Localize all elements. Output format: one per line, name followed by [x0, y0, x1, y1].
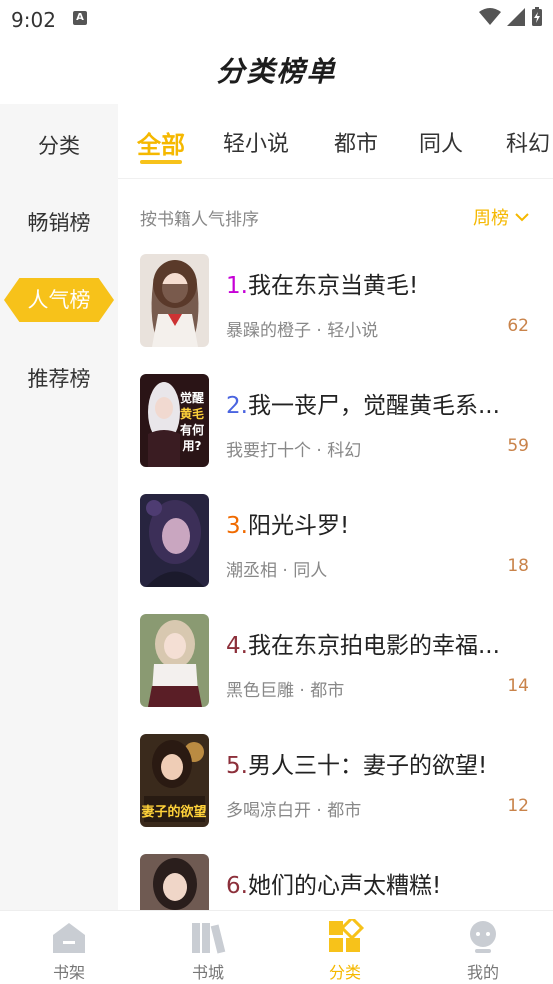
book-title: 6.她们的心声太糟糕! — [226, 873, 442, 899]
book-cover — [140, 254, 209, 347]
battery-icon — [532, 7, 542, 26]
nav-label: 书城 — [191, 963, 224, 982]
status-bar: 9:02 A — [0, 0, 553, 40]
book-list-item[interactable]: 觉醒 黄毛 有何 用? 2.我一丧尸，觉醒黄毛系... 我要打十个 · 科幻 5… — [140, 374, 533, 470]
book-cover: 妻子的欲望 — [140, 734, 209, 827]
book-rank: 3. — [226, 513, 248, 539]
svg-text:觉醒: 觉醒 — [180, 390, 204, 405]
tab-light-novel[interactable]: 轻小说 — [223, 126, 289, 158]
book-rank: 4. — [226, 633, 248, 659]
svg-text:有何: 有何 — [180, 422, 204, 437]
active-tab-indicator — [140, 160, 182, 164]
nav-category[interactable]: 分类 — [295, 915, 395, 983]
tab-all[interactable]: 全部 — [137, 125, 185, 160]
book-title: 4.我在东京拍电影的幸福... — [226, 633, 500, 659]
book-score: 62 — [507, 316, 529, 336]
period-selector[interactable]: 周榜 — [473, 204, 529, 230]
page-title: 分类榜单 — [216, 55, 337, 88]
book-meta: 我要打十个 · 科幻 — [226, 441, 362, 461]
book-title: 2.我一丧尸，觉醒黄毛系... — [226, 393, 500, 419]
book-score: 12 — [507, 796, 529, 816]
book-list-item[interactable]: 3.阳光斗罗! 潮丞相 · 同人 18 — [140, 494, 533, 590]
wifi-icon — [479, 8, 501, 25]
book-title: 5.男人三十：妻子的欲望! — [226, 753, 488, 779]
book-cover: 觉醒 黄毛 有何 用? — [140, 374, 209, 467]
bottom-nav: 书架 书城 分类 我的 — [0, 910, 553, 984]
bookstore-icon — [188, 919, 228, 955]
nav-label: 分类 — [328, 963, 361, 982]
nav-label: 我的 — [466, 963, 499, 982]
book-list-item[interactable]: 妻子的欲望 5.男人三十：妻子的欲望! 多喝凉白开 · 都市 12 — [140, 734, 533, 830]
nav-label: 书架 — [52, 963, 85, 982]
category-tabs: 全部 轻小说 都市 同人 科幻 — [118, 104, 553, 179]
book-score: 18 — [507, 556, 529, 576]
tab-scifi[interactable]: 科幻 — [506, 126, 550, 158]
nav-bookstore[interactable]: 书城 — [158, 919, 258, 983]
book-list-item[interactable]: 4.我在东京拍电影的幸福... 黑色巨雕 · 都市 14 — [140, 614, 533, 710]
book-meta: 黑色巨雕 · 都市 — [226, 681, 345, 701]
sidebar-item-recommended[interactable]: 推荐榜 — [0, 357, 118, 401]
system-icons — [479, 7, 543, 27]
nav-profile[interactable]: 我的 — [433, 919, 533, 983]
svg-text:用?: 用? — [182, 439, 202, 453]
book-meta: 多喝凉白开 · 都市 — [226, 801, 362, 821]
book-cover — [140, 614, 209, 707]
book-cover — [140, 494, 209, 587]
svg-text:黄毛: 黄毛 — [180, 406, 204, 421]
book-meta: 暴躁的橙子 · 轻小说 — [226, 321, 379, 341]
book-rank: 6. — [226, 873, 248, 899]
tab-fanfic[interactable]: 同人 — [419, 126, 463, 158]
book-rank: 1. — [226, 273, 248, 299]
book-score: 59 — [507, 436, 529, 456]
book-score: 14 — [507, 676, 529, 696]
svg-text:妻子的欲望: 妻子的欲望 — [141, 804, 206, 820]
profile-icon — [463, 919, 503, 955]
nav-bookshelf[interactable]: 书架 — [19, 919, 119, 983]
ranking-sidebar: 分类 畅销榜 人气榜 推荐榜 — [0, 104, 118, 910]
chevron-down-icon — [515, 213, 529, 222]
tab-urban[interactable]: 都市 — [334, 126, 378, 158]
book-rank: 2. — [226, 393, 248, 419]
bookshelf-icon — [49, 919, 89, 955]
sidebar-item-bestseller[interactable]: 畅销榜 — [0, 201, 118, 245]
book-title: 1.我在东京当黄毛! — [226, 273, 419, 299]
sidebar-item-popularity[interactable]: 人气榜 — [4, 278, 114, 322]
status-time: 9:02 — [11, 8, 56, 32]
book-title: 3.阳光斗罗! — [226, 513, 350, 539]
notification-icon: A — [73, 11, 87, 25]
book-meta: 潮丞相 · 同人 — [226, 561, 328, 581]
signal-icon — [507, 8, 525, 26]
book-list-item[interactable]: 1.我在东京当黄毛! 暴躁的橙子 · 轻小说 62 — [140, 254, 533, 350]
sort-label: 按书籍人气排序 — [140, 210, 259, 230]
sidebar-item-category[interactable]: 分类 — [0, 124, 118, 168]
book-rank: 5. — [226, 753, 248, 779]
category-icon — [325, 915, 365, 955]
period-label: 周榜 — [473, 208, 509, 229]
